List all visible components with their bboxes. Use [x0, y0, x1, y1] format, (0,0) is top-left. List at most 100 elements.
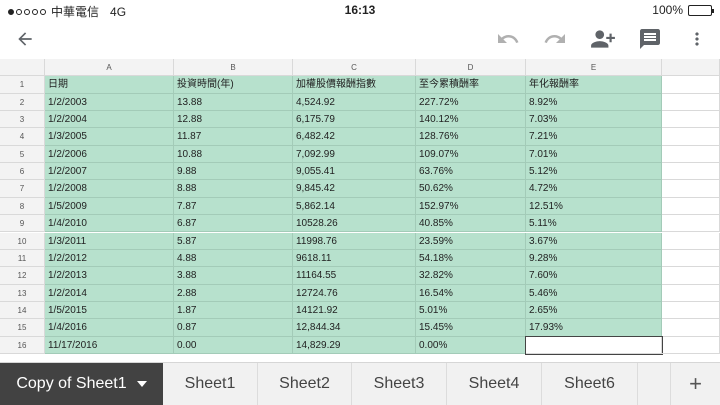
cell-b9[interactable]: 6.87: [174, 215, 293, 233]
cell-c16[interactable]: 14,829.29: [293, 336, 416, 354]
cell-d10[interactable]: 23.59%: [416, 232, 526, 250]
sheet-tab-1[interactable]: Copy of Sheet1: [0, 363, 163, 405]
cell-c15[interactable]: 12,844.34: [293, 319, 416, 337]
cell-b15[interactable]: 0.87: [174, 319, 293, 337]
cell-f14[interactable]: [662, 301, 720, 320]
cell-a11[interactable]: 1/2/2012: [45, 249, 174, 268]
sheet-tab-6[interactable]: Sheet6: [542, 363, 638, 405]
cell-d3[interactable]: 140.12%: [416, 111, 526, 129]
row-header[interactable]: 8: [0, 197, 45, 216]
row-header[interactable]: 14: [0, 301, 45, 320]
cell-e5[interactable]: 7.01%: [526, 145, 662, 164]
cell-d14[interactable]: 5.01%: [416, 301, 526, 320]
cell-f1[interactable]: [662, 76, 720, 94]
row-header[interactable]: 1: [0, 76, 45, 94]
cell-b13[interactable]: 2.88: [174, 284, 293, 302]
cell-f8[interactable]: [662, 197, 720, 216]
cell-a10[interactable]: 1/3/2011: [45, 232, 174, 250]
row-header[interactable]: 3: [0, 111, 45, 129]
column-header-c[interactable]: C: [293, 59, 416, 77]
cell-c14[interactable]: 14121.92: [293, 301, 416, 320]
row-header[interactable]: 5: [0, 145, 45, 164]
redo-button[interactable]: [540, 24, 570, 54]
cell-a14[interactable]: 1/5/2015: [45, 301, 174, 320]
cell-c6[interactable]: 9,055.41: [293, 163, 416, 181]
cell-d12[interactable]: 32.82%: [416, 267, 526, 285]
undo-button[interactable]: [493, 24, 523, 54]
cell-d13[interactable]: 16.54%: [416, 284, 526, 302]
cell-d1[interactable]: 至今累積酬率: [416, 76, 526, 94]
cell-d6[interactable]: 63.76%: [416, 163, 526, 181]
cell-c5[interactable]: 7,092.99: [293, 145, 416, 164]
cell-a1[interactable]: 日期: [45, 76, 174, 94]
column-header-b[interactable]: B: [174, 59, 293, 77]
cell-b6[interactable]: 9.88: [174, 163, 293, 181]
cell-a13[interactable]: 1/2/2014: [45, 284, 174, 302]
row-header[interactable]: 15: [0, 319, 45, 337]
column-header-f[interactable]: [662, 59, 720, 77]
cell-e3[interactable]: 7.03%: [526, 111, 662, 129]
cell-c13[interactable]: 12724.76: [293, 284, 416, 302]
cell-d15[interactable]: 15.45%: [416, 319, 526, 337]
cell-b5[interactable]: 10.88: [174, 145, 293, 164]
cell-d11[interactable]: 54.18%: [416, 249, 526, 268]
cell-e10[interactable]: 3.67%: [526, 232, 662, 250]
cell-c12[interactable]: 11164.55: [293, 267, 416, 285]
row-header[interactable]: 2: [0, 93, 45, 112]
cell-f11[interactable]: [662, 249, 720, 268]
row-header[interactable]: 12: [0, 267, 45, 285]
column-header-a[interactable]: A: [45, 59, 174, 77]
column-header-d[interactable]: D: [416, 59, 526, 77]
cell-c10[interactable]: 11998.76: [293, 232, 416, 250]
cell-b4[interactable]: 11.87: [174, 128, 293, 146]
cell-f4[interactable]: [662, 128, 720, 146]
cell-b14[interactable]: 1.87: [174, 301, 293, 320]
cell-c2[interactable]: 4,524.92: [293, 93, 416, 112]
cell-d16[interactable]: 0.00%: [416, 336, 526, 354]
comment-button[interactable]: [635, 24, 665, 54]
cell-e7[interactable]: 4.72%: [526, 180, 662, 198]
cell-e2[interactable]: 8.92%: [526, 93, 662, 112]
back-button[interactable]: [10, 24, 40, 54]
cell-d2[interactable]: 227.72%: [416, 93, 526, 112]
cell-e14[interactable]: 2.65%: [526, 301, 662, 320]
cell-c9[interactable]: 10528.26: [293, 215, 416, 233]
cell-e16[interactable]: [525, 335, 663, 355]
cell-a6[interactable]: 1/2/2007: [45, 163, 174, 181]
cell-f9[interactable]: [662, 215, 720, 233]
row-header[interactable]: 4: [0, 128, 45, 146]
more-options-button[interactable]: [682, 24, 712, 54]
row-header[interactable]: 13: [0, 284, 45, 302]
select-all-corner[interactable]: [0, 59, 45, 77]
cell-f7[interactable]: [662, 180, 720, 198]
cell-b3[interactable]: 12.88: [174, 111, 293, 129]
cell-f16[interactable]: [662, 336, 720, 354]
cell-b16[interactable]: 0.00: [174, 336, 293, 354]
cell-c7[interactable]: 9,845.42: [293, 180, 416, 198]
cell-e13[interactable]: 5.46%: [526, 284, 662, 302]
row-header[interactable]: 9: [0, 215, 45, 233]
row-header[interactable]: 16: [0, 336, 45, 354]
cell-f2[interactable]: [662, 93, 720, 112]
cell-e12[interactable]: 7.60%: [526, 267, 662, 285]
cell-f13[interactable]: [662, 284, 720, 302]
cell-e15[interactable]: 17.93%: [526, 319, 662, 337]
cell-a12[interactable]: 1/2/2013: [45, 267, 174, 285]
cell-b11[interactable]: 4.88: [174, 249, 293, 268]
cell-b2[interactable]: 13.88: [174, 93, 293, 112]
share-button[interactable]: [588, 24, 618, 54]
sheet-tab-3[interactable]: Sheet2: [258, 363, 352, 405]
cell-f12[interactable]: [662, 267, 720, 285]
row-header[interactable]: 10: [0, 232, 45, 250]
cell-b12[interactable]: 3.88: [174, 267, 293, 285]
cell-f10[interactable]: [662, 232, 720, 250]
cell-a8[interactable]: 1/5/2009: [45, 197, 174, 216]
cell-c11[interactable]: 9618.11: [293, 249, 416, 268]
cell-a3[interactable]: 1/2/2004: [45, 111, 174, 129]
cell-a5[interactable]: 1/2/2006: [45, 145, 174, 164]
cell-f15[interactable]: [662, 319, 720, 337]
cell-a16[interactable]: 11/17/2016: [45, 336, 174, 354]
cell-d8[interactable]: 152.97%: [416, 197, 526, 216]
cell-e1[interactable]: 年化報酬率: [526, 76, 662, 94]
cell-c8[interactable]: 5,862.14: [293, 197, 416, 216]
